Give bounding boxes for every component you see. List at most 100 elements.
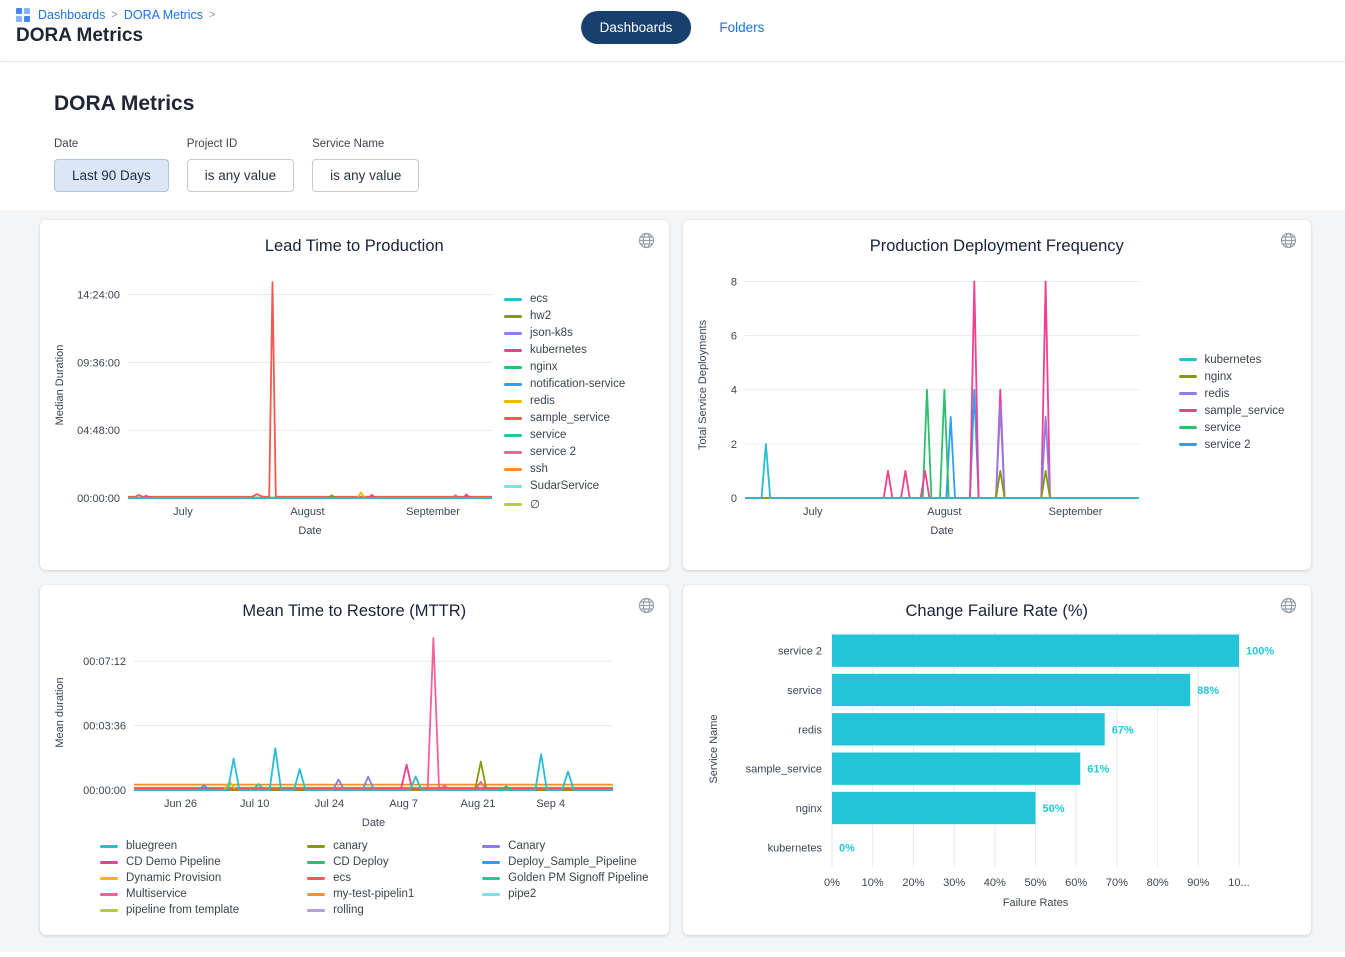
globe-icon[interactable]: [1280, 597, 1297, 619]
svg-text:Failure Rates: Failure Rates: [1003, 897, 1069, 909]
svg-text:2: 2: [730, 439, 736, 451]
legend-item: Canary: [482, 840, 658, 852]
legend-label: rolling: [333, 904, 364, 916]
svg-text:10...: 10...: [1229, 877, 1250, 889]
tab-folders[interactable]: Folders: [719, 20, 764, 35]
filter-date-label: Date: [54, 138, 169, 150]
legend-label: canary: [333, 840, 368, 852]
legend-swatch: [1179, 426, 1197, 429]
legend-label: service: [1205, 422, 1241, 434]
svg-text:50%: 50%: [1025, 877, 1047, 889]
filter-date-value[interactable]: Last 90 Days: [54, 159, 169, 192]
filter-service-name-label: Service Name: [312, 138, 419, 150]
legend-label: ∅: [530, 497, 540, 511]
svg-text:September: September: [1048, 506, 1102, 518]
legend-swatch: [504, 434, 522, 437]
legend-item: kubernetes: [1179, 354, 1285, 366]
deployment-frequency-legend: kubernetesnginxredissample_serviceservic…: [1179, 354, 1285, 451]
svg-text:8: 8: [730, 276, 736, 288]
svg-text:September: September: [406, 506, 460, 518]
legend-label: CD Demo Pipeline: [126, 856, 221, 868]
svg-text:Jul 24: Jul 24: [315, 798, 344, 810]
change-failure-rate-chart: 0%10%20%30%40%50%60%70%80%90%10...Failur…: [704, 621, 1289, 921]
legend-item: nginx: [1179, 371, 1285, 383]
svg-text:10%: 10%: [862, 877, 884, 889]
legend-swatch: [1179, 358, 1197, 361]
svg-text:67%: 67%: [1112, 724, 1134, 736]
legend-swatch: [504, 417, 522, 420]
svg-text:Service Name: Service Name: [708, 714, 720, 783]
mttr-legend: bluegreencanaryCanaryCD Demo PipelineCD …: [100, 840, 659, 916]
globe-icon[interactable]: [638, 597, 655, 619]
legend-swatch: [504, 349, 522, 352]
legend-swatch: [504, 366, 522, 369]
legend-swatch: [307, 845, 325, 848]
legend-item: rolling: [307, 904, 424, 916]
legend-label: redis: [530, 395, 555, 407]
legend-item: sample_service: [504, 412, 625, 424]
deployment-frequency-chart: 02468JulyAugustSeptemberDateTotal Servic…: [693, 256, 1153, 548]
legend-item: redis: [504, 395, 625, 407]
svg-text:service: service: [787, 685, 822, 697]
globe-icon[interactable]: [1280, 232, 1297, 254]
top-header: Dashboards > DORA Metrics > DORA Metrics…: [0, 0, 1345, 62]
lead-time-legend: ecshw2json-k8skubernetesnginxnotificatio…: [504, 293, 625, 511]
legend-label: service: [530, 429, 566, 441]
svg-text:Aug 21: Aug 21: [460, 798, 495, 810]
breadcrumb-dora-metrics[interactable]: DORA Metrics: [124, 8, 203, 22]
legend-label: ecs: [530, 293, 548, 305]
legend-item: notification-service: [504, 378, 625, 390]
legend-item: nginx: [504, 361, 625, 373]
dashboard-title: DORA Metrics: [54, 92, 1345, 116]
globe-icon[interactable]: [638, 232, 655, 254]
legend-label: Golden PM Signoff Pipeline: [508, 872, 648, 884]
svg-text:Jul 10: Jul 10: [240, 798, 269, 810]
legend-swatch: [100, 845, 118, 848]
legend-swatch: [307, 893, 325, 896]
breadcrumb-dashboards[interactable]: Dashboards: [38, 8, 105, 22]
svg-text:Date: Date: [362, 817, 385, 829]
svg-text:service 2: service 2: [778, 646, 822, 658]
legend-swatch: [307, 877, 325, 880]
svg-text:04:48:00: 04:48:00: [77, 425, 120, 437]
breadcrumb-separator: >: [209, 9, 215, 21]
svg-text:70%: 70%: [1106, 877, 1128, 889]
svg-text:0%: 0%: [824, 877, 840, 889]
filter-project-id: Project ID is any value: [187, 138, 294, 192]
legend-swatch: [100, 893, 118, 896]
legend-label: kubernetes: [1205, 354, 1262, 366]
legend-label: Canary: [508, 840, 545, 852]
legend-label: notification-service: [530, 378, 625, 390]
filter-project-id-value[interactable]: is any value: [187, 159, 294, 192]
legend-label: Deploy_Sample_Pipeline: [508, 856, 637, 868]
legend-swatch: [307, 909, 325, 912]
chart-title: Change Failure Rate (%): [693, 602, 1302, 621]
legend-label: pipeline from template: [126, 904, 239, 916]
legend-label: service 2: [530, 446, 576, 458]
legend-label: sample_service: [530, 412, 610, 424]
svg-text:80%: 80%: [1147, 877, 1169, 889]
tab-dashboards[interactable]: Dashboards: [581, 11, 692, 44]
svg-text:14:24:00: 14:24:00: [77, 290, 120, 302]
lead-time-chart: 00:00:0004:48:0009:36:0014:24:00JulyAugu…: [50, 256, 500, 548]
svg-text:Aug 7: Aug 7: [389, 798, 418, 810]
legend-label: Multiservice: [126, 888, 187, 900]
legend-item: Deploy_Sample_Pipeline: [482, 856, 658, 868]
legend-label: kubernetes: [530, 344, 587, 356]
mttr-chart: 00:00:0000:03:3600:07:12Jun 26Jul 10Jul …: [50, 621, 625, 836]
svg-text:40%: 40%: [984, 877, 1006, 889]
svg-text:20%: 20%: [903, 877, 925, 889]
svg-text:Total Service Deployments: Total Service Deployments: [697, 319, 709, 450]
legend-item: json-k8s: [504, 327, 625, 339]
svg-text:4: 4: [730, 385, 736, 397]
legend-item: kubernetes: [504, 344, 625, 356]
filter-service-name-value[interactable]: is any value: [312, 159, 419, 192]
legend-item: Golden PM Signoff Pipeline: [482, 872, 658, 884]
svg-text:0%: 0%: [839, 842, 855, 854]
svg-text:90%: 90%: [1188, 877, 1210, 889]
legend-item: ecs: [307, 872, 424, 884]
legend-swatch: [482, 861, 500, 864]
filter-service-name: Service Name is any value: [312, 138, 419, 192]
card-mean-time-to-restore: Mean Time to Restore (MTTR) 00:00:0000:0…: [40, 585, 669, 935]
legend-item: CD Deploy: [307, 856, 424, 868]
